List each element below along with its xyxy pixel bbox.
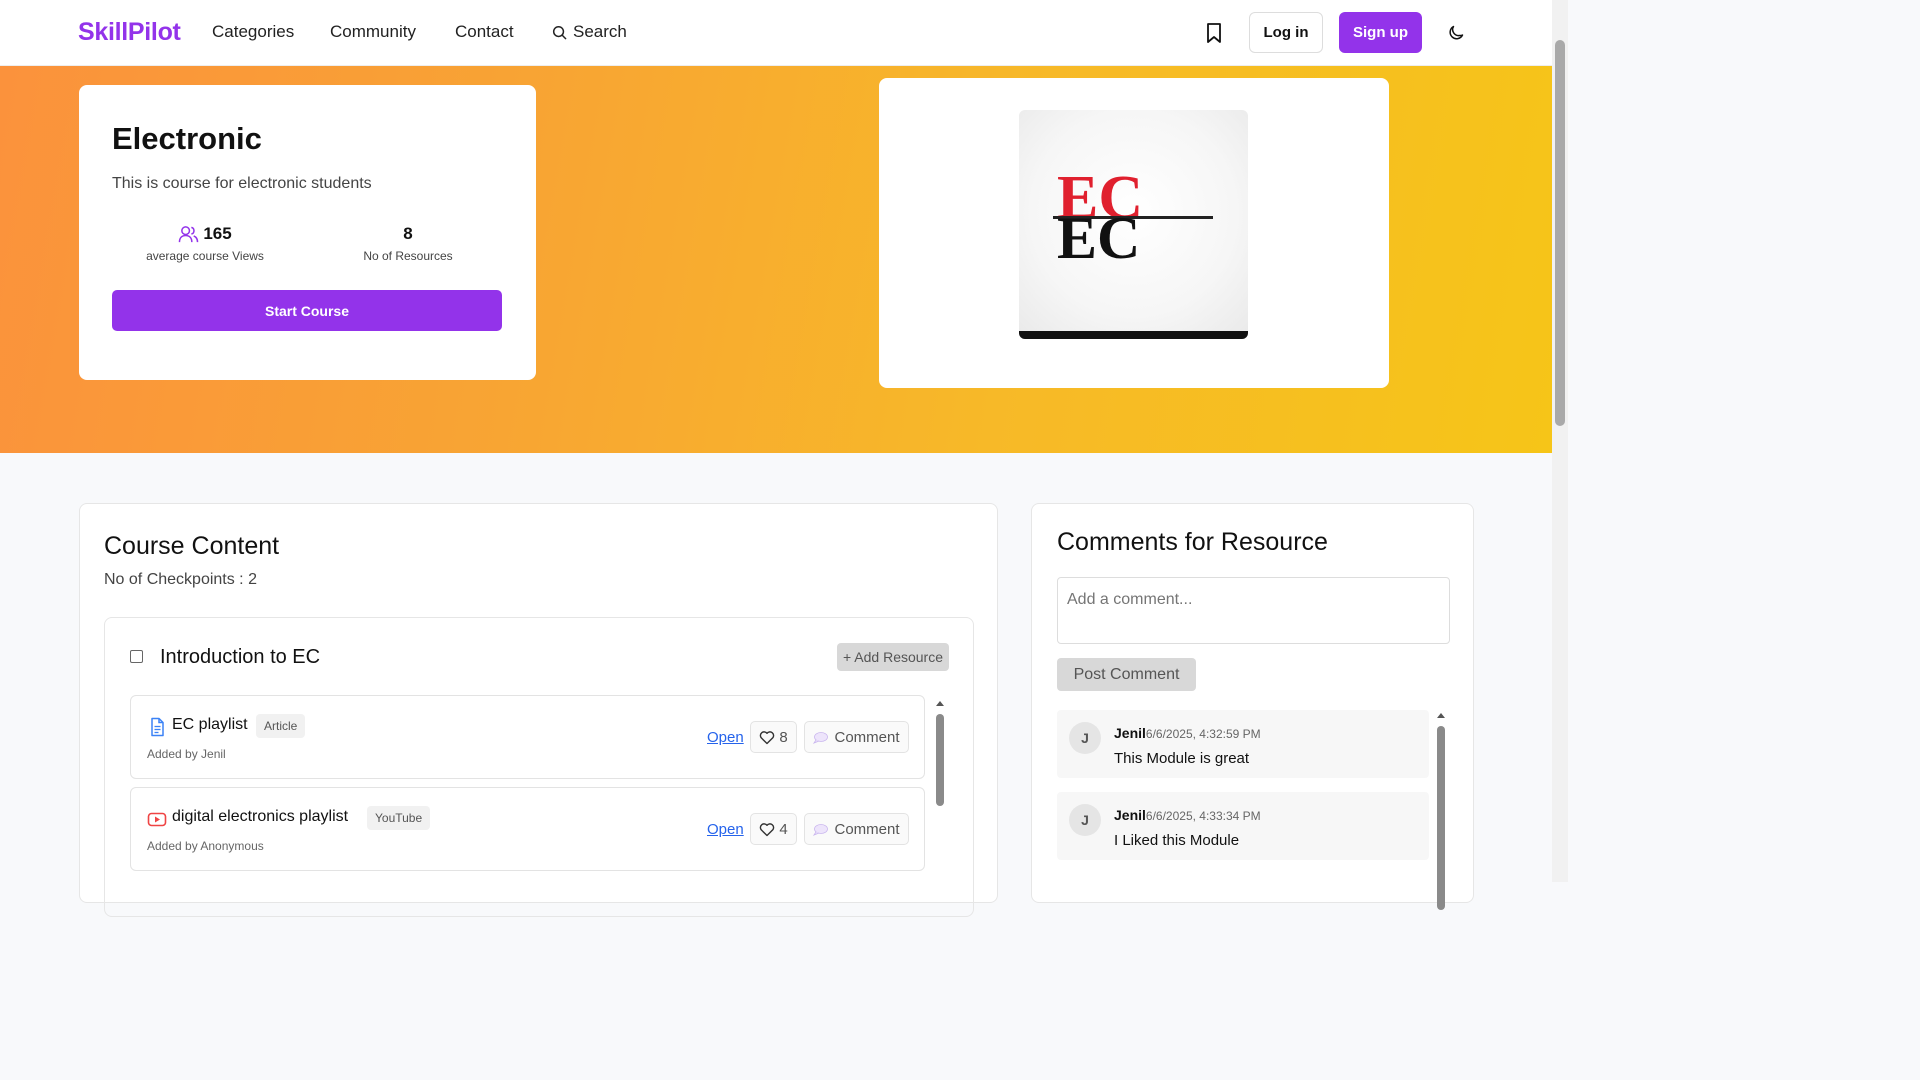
- course-description: This is course for electronic students: [112, 175, 372, 192]
- comment-text: I Liked this Module: [1114, 832, 1240, 849]
- views-stat: 165 average course Views: [115, 223, 295, 263]
- resources-scrollbar[interactable]: [935, 698, 945, 918]
- comment-button[interactable]: Comment: [804, 721, 909, 753]
- resource-item: EC playlist Article Added by Jenil Open …: [130, 695, 925, 779]
- resources-stat: 8 No of Resources: [318, 223, 498, 263]
- search-label: Search: [573, 22, 627, 41]
- add-resource-button[interactable]: + Add Resource: [837, 643, 949, 671]
- course-info-card: Electronic This is course for electronic…: [79, 85, 536, 380]
- users-icon: [179, 225, 199, 242]
- comment-label: Comment: [834, 728, 900, 746]
- course-content-panel: Course Content No of Checkpoints : 2 Int…: [79, 503, 998, 917]
- resource-author: Added by Anonymous: [147, 839, 264, 853]
- resource-title: EC playlist: [172, 716, 248, 733]
- comment-item: J Jenil 6/6/2025, 4:33:34 PM I Liked thi…: [1057, 792, 1429, 860]
- bookmark-icon[interactable]: [1204, 22, 1224, 44]
- open-link[interactable]: Open: [707, 729, 744, 746]
- comment-input[interactable]: [1057, 577, 1450, 644]
- resources-label: No of Resources: [363, 249, 453, 263]
- speech-bubble-icon: [813, 731, 829, 744]
- comment-timestamp: 6/6/2025, 4:32:59 PM: [1145, 727, 1261, 741]
- post-comment-button[interactable]: Post Comment: [1057, 658, 1196, 691]
- svg-text:EC: EC: [1057, 205, 1140, 271]
- checkpoints-count: No of Checkpoints : 2: [104, 571, 257, 588]
- search-icon: [552, 25, 567, 39]
- moon-icon[interactable]: [1447, 24, 1465, 42]
- signup-button[interactable]: Sign up: [1339, 12, 1422, 53]
- resource-type-badge: YouTube: [367, 806, 431, 830]
- comments-scrollbar[interactable]: [1436, 710, 1446, 910]
- resource-item: digital electronics playlist YouTube Add…: [130, 787, 925, 871]
- comment-timestamp: 6/6/2025, 4:33:34 PM: [1145, 809, 1261, 823]
- like-count: 8: [779, 728, 788, 746]
- open-link[interactable]: Open: [707, 821, 744, 838]
- nav-community[interactable]: Community: [330, 22, 416, 42]
- comments-title: Comments for Resource: [1057, 528, 1328, 556]
- views-label: average course Views: [146, 249, 264, 263]
- comment-item: J Jenil 6/6/2025, 4:32:59 PM This Module…: [1057, 710, 1429, 778]
- nav-categories[interactable]: Categories: [212, 22, 294, 42]
- logo[interactable]: SkillPilot: [78, 18, 181, 47]
- like-button[interactable]: 8: [750, 721, 797, 753]
- course-image: EC EC: [1019, 110, 1248, 339]
- course-image-card: EC EC: [879, 78, 1389, 388]
- comment-button[interactable]: Comment: [804, 813, 909, 845]
- nav-contact[interactable]: Contact: [455, 22, 514, 42]
- module-checkbox[interactable]: [130, 650, 143, 663]
- comment-author: Jenil: [1114, 725, 1146, 741]
- comments-panel: Comments for Resource Post Comment J Jen…: [1031, 503, 1474, 910]
- course-content-title: Course Content: [104, 532, 280, 560]
- course-title: Electronic: [112, 121, 262, 156]
- module-card: Introduction to EC + Add Resource EC pla…: [104, 617, 974, 917]
- start-course-button[interactable]: Start Course: [112, 290, 502, 331]
- heart-icon: [760, 822, 775, 836]
- comment-label: Comment: [834, 820, 900, 838]
- resources-value: 8: [403, 224, 413, 243]
- login-button[interactable]: Log in: [1249, 12, 1323, 53]
- resource-author: Added by Jenil: [147, 747, 226, 761]
- comment-text: This Module is great: [1114, 750, 1250, 767]
- resource-title: digital electronics playlist: [172, 808, 349, 825]
- like-button[interactable]: 4: [750, 813, 797, 845]
- avatar: J: [1069, 804, 1101, 836]
- speech-bubble-icon: [813, 823, 829, 836]
- resource-type-badge: Article: [256, 714, 306, 738]
- page-scrollbar-thumb[interactable]: [1555, 40, 1565, 426]
- module-title: Introduction to EC: [160, 646, 321, 668]
- heart-icon: [760, 730, 775, 744]
- like-count: 4: [779, 820, 788, 838]
- views-value: 165: [203, 224, 232, 243]
- ec-logo: EC EC: [1053, 164, 1213, 271]
- document-icon: [151, 717, 164, 737]
- nav-search[interactable]: Search: [552, 22, 627, 42]
- page-scrollbar[interactable]: [1552, 0, 1568, 882]
- hero-banner: Electronic This is course for electronic…: [0, 66, 1552, 453]
- top-navbar: SkillPilot Categories Community Contact …: [0, 0, 1552, 66]
- youtube-icon: [147, 812, 167, 827]
- avatar: J: [1069, 722, 1101, 754]
- comment-author: Jenil: [1114, 807, 1146, 823]
